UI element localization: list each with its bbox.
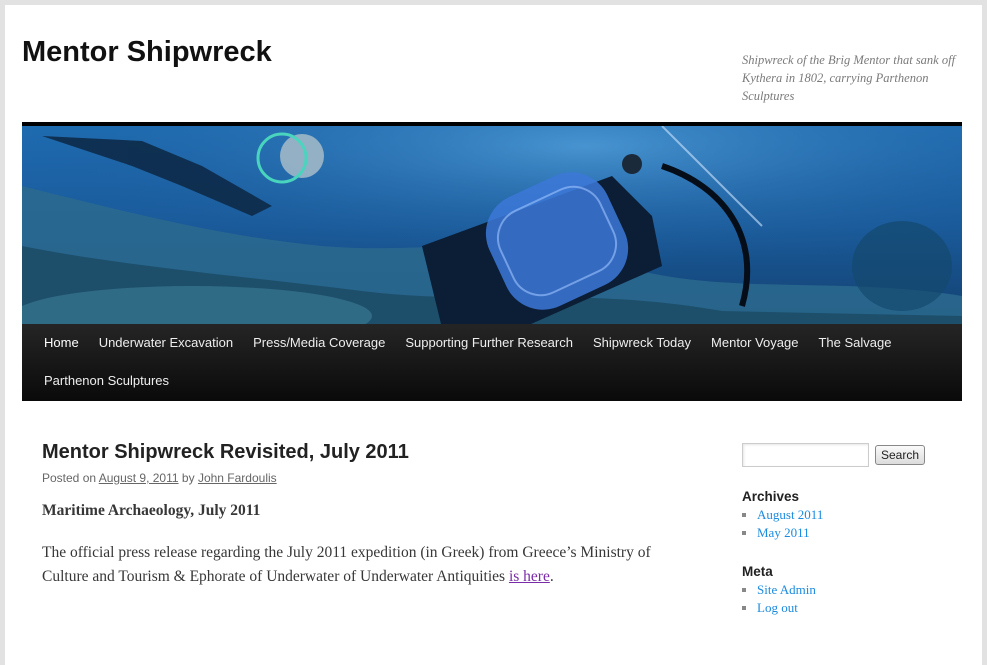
- post-heading: Maritime Archaeology, July 2011: [42, 502, 261, 519]
- site-admin-link[interactable]: Site Admin: [757, 582, 816, 597]
- search-form: Search: [742, 443, 952, 467]
- nav-item-the-salvage[interactable]: The Salvage: [808, 324, 901, 362]
- search-button[interactable]: Search: [875, 445, 926, 465]
- meta-title: Meta: [742, 564, 773, 579]
- archives-widget: Archives August 2011 May 2011: [742, 489, 952, 542]
- search-input[interactable]: [742, 443, 869, 467]
- main-content: Mentor Shipwreck Revisited, July 2011 Po…: [42, 439, 682, 589]
- archive-item: August 2011: [757, 506, 952, 524]
- meta-item: Site Admin: [757, 581, 952, 599]
- post-paragraph: The official press release regarding the…: [42, 541, 682, 589]
- nav-item-underwater-excavation[interactable]: Underwater Excavation: [89, 324, 243, 362]
- paragraph-trail: .: [549, 568, 554, 585]
- page: Mentor Shipwreck Shipwreck of the Brig M…: [5, 5, 982, 665]
- posted-on-label: Posted on: [42, 471, 97, 485]
- site-description: Shipwreck of the Brig Mentor that sank o…: [742, 53, 956, 103]
- by-label: by: [181, 471, 195, 485]
- archive-link-may-2011[interactable]: May 2011: [757, 525, 810, 540]
- nav-item-press-media-coverage[interactable]: Press/Media Coverage: [243, 324, 395, 362]
- post-date-link[interactable]: August 9, 2011: [99, 471, 179, 485]
- meta-item: Log out: [757, 599, 952, 617]
- nav-item-supporting-further-research[interactable]: Supporting Further Research: [395, 324, 583, 362]
- post-title[interactable]: Mentor Shipwreck Revisited, July 2011: [42, 439, 682, 465]
- press-release-link[interactable]: is here: [509, 568, 550, 585]
- archive-link-august-2011[interactable]: August 2011: [757, 507, 823, 522]
- header-banner-image: [22, 122, 962, 324]
- post-author-link[interactable]: John Fardoulis: [198, 471, 277, 485]
- meta-widget: Meta Site Admin Log out: [742, 564, 952, 617]
- main-navigation: Home Underwater Excavation Press/Media C…: [22, 324, 962, 401]
- nav-item-parthenon-sculptures[interactable]: Parthenon Sculptures: [34, 362, 179, 400]
- nav-item-home[interactable]: Home: [34, 324, 89, 362]
- site-title[interactable]: Mentor Shipwreck: [22, 36, 272, 69]
- post-meta: Posted on August 9, 2011 by John Fardoul…: [42, 471, 682, 485]
- nav-item-mentor-voyage[interactable]: Mentor Voyage: [701, 324, 808, 362]
- log-out-link[interactable]: Log out: [757, 600, 798, 615]
- paragraph-text: The official press release regarding the…: [42, 544, 651, 585]
- archive-item: May 2011: [757, 524, 952, 542]
- archives-title: Archives: [742, 489, 800, 504]
- nav-item-shipwreck-today[interactable]: Shipwreck Today: [583, 324, 701, 362]
- post-content: Maritime Archaeology, July 2011 The offi…: [42, 499, 682, 589]
- sidebar: Search Archives August 2011 May 2011 Met…: [742, 443, 952, 617]
